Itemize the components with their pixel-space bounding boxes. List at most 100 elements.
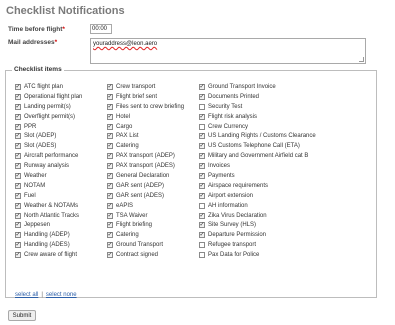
checkbox-checked[interactable]: ✓ (107, 113, 113, 120)
checkbox-checked[interactable]: ✓ (107, 133, 113, 140)
checkbox-checked[interactable]: ✓ (107, 153, 113, 160)
checklist-item[interactable]: ✓ Invoices (199, 161, 316, 171)
checkbox-checked[interactable]: ✓ (15, 192, 21, 199)
checkbox-checked[interactable]: ✓ (199, 192, 205, 199)
checklist-item[interactable]: ✓ Site Survey (HLS) (199, 220, 316, 230)
checklist-item[interactable]: ✓ Flight brief sent (107, 92, 184, 102)
checklist-item[interactable]: ✓ Airspace requirements (199, 181, 316, 191)
checkbox-checked[interactable]: ✓ (107, 212, 113, 219)
checklist-item[interactable]: ✓ Operational flight plan (15, 92, 82, 102)
checkbox-checked[interactable]: ✓ (107, 172, 113, 179)
checkbox-unchecked[interactable] (199, 103, 205, 110)
checklist-item[interactable]: ✓ Flight briefing (107, 220, 184, 230)
checklist-item[interactable]: ✓ PAX transport (ADES) (107, 161, 184, 171)
checkbox-checked[interactable]: ✓ (199, 172, 205, 179)
checklist-item[interactable]: ✓ Weather (15, 171, 82, 181)
checkbox-checked[interactable]: ✓ (15, 172, 21, 179)
checkbox-checked[interactable]: ✓ (15, 242, 21, 249)
submit-button[interactable]: Submit (8, 310, 36, 321)
checkbox-checked[interactable]: ✓ (107, 83, 113, 90)
checkbox-checked[interactable]: ✓ (15, 182, 21, 189)
checklist-item[interactable]: ✓ Slot (ADES) (15, 141, 82, 151)
checklist-item[interactable]: ✓ Crew transport (107, 82, 184, 92)
checkbox-unchecked[interactable] (199, 123, 205, 130)
checklist-item[interactable]: ✓ Catering (107, 141, 184, 151)
checklist-item[interactable]: ✓ Departure Permission (199, 230, 316, 240)
checklist-item[interactable]: ✓ Landing permit(s) (15, 102, 82, 112)
checklist-item[interactable]: ✓ Contract signed (107, 250, 184, 260)
checklist-item[interactable]: ✓ Crew aware of flight (15, 250, 82, 260)
checklist-item[interactable]: ✓ Airport extension (199, 191, 316, 201)
checkbox-checked[interactable]: ✓ (199, 163, 205, 170)
checklist-item[interactable]: ✓ Cargo (107, 122, 184, 132)
checkbox-checked[interactable]: ✓ (15, 143, 21, 150)
checklist-item[interactable]: ✓ Handling (ADEP) (15, 230, 82, 240)
checklist-item[interactable]: Crew Currency (199, 122, 316, 132)
checklist-item[interactable]: ✓ Jeppesen (15, 220, 82, 230)
checkbox-checked[interactable]: ✓ (199, 93, 205, 100)
time-before-flight-input[interactable]: 00:00 (90, 24, 112, 34)
checkbox-checked[interactable]: ✓ (15, 202, 21, 209)
checkbox-checked[interactable]: ✓ (107, 242, 113, 249)
checkbox-unchecked[interactable] (199, 252, 205, 259)
checkbox-checked[interactable]: ✓ (15, 232, 21, 239)
checklist-item[interactable]: ✓ GAR sent (ADES) (107, 191, 184, 201)
checkbox-checked[interactable]: ✓ (199, 232, 205, 239)
checklist-item[interactable]: ✓ eAPIS (107, 201, 184, 211)
checkbox-unchecked[interactable] (199, 242, 205, 249)
checklist-item[interactable]: ✓ Slot (ADEP) (15, 131, 82, 141)
checklist-item[interactable]: ✓ Ground Transport Invoice (199, 82, 316, 92)
checkbox-checked[interactable]: ✓ (199, 83, 205, 90)
checklist-item[interactable]: ✓ Aircraft performance (15, 151, 82, 161)
checkbox-checked[interactable]: ✓ (15, 222, 21, 229)
checklist-item[interactable]: ✓ Handling (ADES) (15, 240, 82, 250)
checklist-item[interactable]: ✓ Runway analysis (15, 161, 82, 171)
checkbox-checked[interactable]: ✓ (199, 133, 205, 140)
checklist-item[interactable]: ✓ Overflight permit(s) (15, 112, 82, 122)
checkbox-checked[interactable]: ✓ (107, 93, 113, 100)
checkbox-checked[interactable]: ✓ (107, 202, 113, 209)
checklist-item[interactable]: ✓ Files sent to crew briefing (107, 102, 184, 112)
checklist-item[interactable]: Security Test (199, 102, 316, 112)
checkbox-checked[interactable]: ✓ (15, 103, 21, 110)
checkbox-checked[interactable]: ✓ (199, 222, 205, 229)
checkbox-checked[interactable]: ✓ (15, 153, 21, 160)
checkbox-checked[interactable]: ✓ (15, 83, 21, 90)
checkbox-checked[interactable]: ✓ (15, 212, 21, 219)
checkbox-checked[interactable]: ✓ (107, 252, 113, 259)
checkbox-checked[interactable]: ✓ (199, 143, 205, 150)
checklist-item[interactable]: ✓ ATC flight plan (15, 82, 82, 92)
checkbox-checked[interactable]: ✓ (107, 143, 113, 150)
checkbox-checked[interactable]: ✓ (107, 222, 113, 229)
checklist-item[interactable]: ✓ Catering (107, 230, 184, 240)
resize-handle-icon[interactable] (359, 57, 364, 62)
checkbox-checked[interactable]: ✓ (199, 153, 205, 160)
checkbox-checked[interactable]: ✓ (107, 163, 113, 170)
checkbox-checked[interactable]: ✓ (15, 252, 21, 259)
checkbox-checked[interactable]: ✓ (15, 93, 21, 100)
checkbox-checked[interactable]: ✓ (107, 232, 113, 239)
checklist-item[interactable]: ✓ Payments (199, 171, 316, 181)
checkbox-checked[interactable]: ✓ (15, 133, 21, 140)
select-none-link[interactable]: select none (46, 292, 77, 298)
checkbox-checked[interactable]: ✓ (15, 123, 21, 130)
select-all-link[interactable]: select all (15, 292, 38, 298)
checkbox-checked[interactable]: ✓ (15, 163, 21, 170)
checklist-item[interactable]: ✓ Fuel (15, 191, 82, 201)
checklist-item[interactable]: ✓ NOTAM (15, 181, 82, 191)
checklist-item[interactable]: ✓ Flight risk analysis (199, 112, 316, 122)
checklist-item[interactable]: ✓ US Customs Telephone Call (ETA) (199, 141, 316, 151)
checkbox-checked[interactable]: ✓ (199, 182, 205, 189)
checklist-item[interactable]: Refugee transport (199, 240, 316, 250)
checkbox-checked[interactable]: ✓ (107, 123, 113, 130)
checkbox-unchecked[interactable] (199, 202, 205, 209)
checkbox-checked[interactable]: ✓ (107, 192, 113, 199)
checkbox-checked[interactable]: ✓ (199, 212, 205, 219)
checklist-item[interactable]: ✓ Weather & NOTAMs (15, 201, 82, 211)
checklist-item[interactable]: ✓ GAR sent (ADEP) (107, 181, 184, 191)
checklist-item[interactable]: ✓ US Landing Rights / Customs Clearance (199, 131, 316, 141)
checklist-item[interactable]: ✓ Ground Transport (107, 240, 184, 250)
checklist-item[interactable]: ✓ Zika Virus Declaration (199, 211, 316, 221)
checkbox-checked[interactable]: ✓ (15, 113, 21, 120)
checklist-item[interactable]: ✓ PAX List (107, 131, 184, 141)
